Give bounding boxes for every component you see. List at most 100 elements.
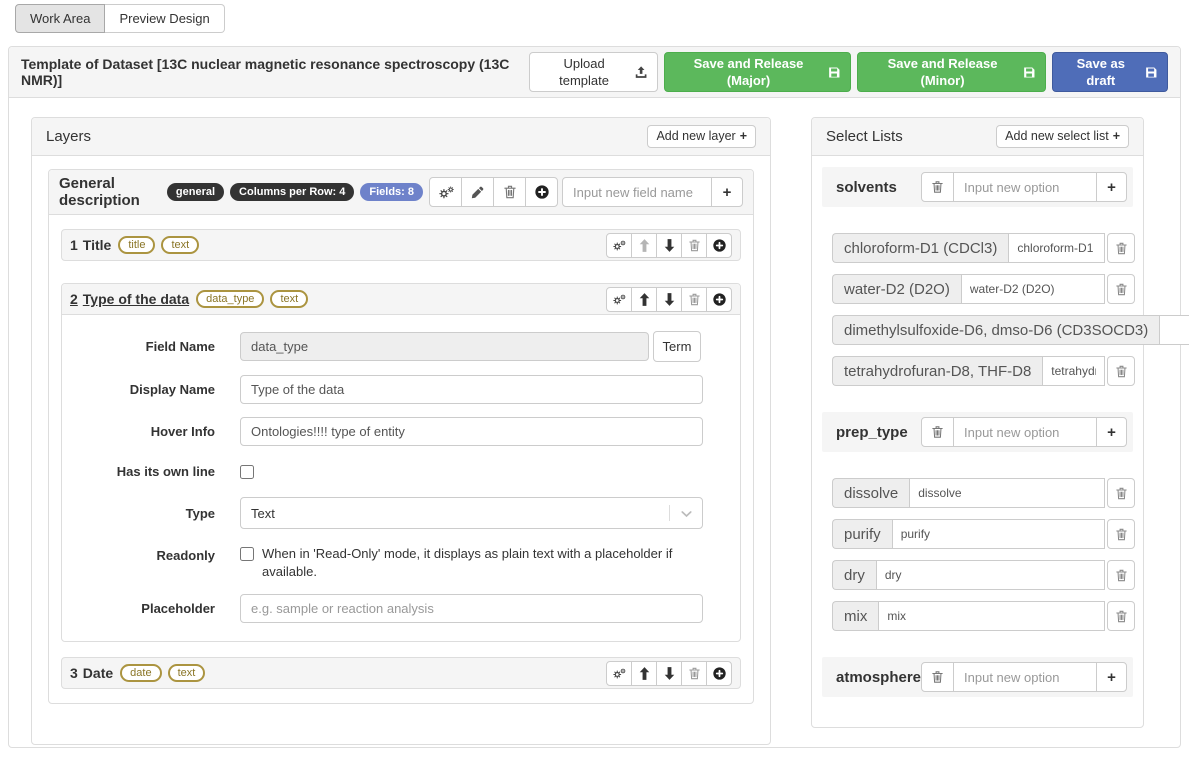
delete-list-button[interactable] <box>921 662 954 692</box>
insert-field-button[interactable] <box>706 233 732 258</box>
option-value-input[interactable] <box>1008 233 1105 263</box>
option-value-input[interactable] <box>878 601 1105 631</box>
trash-icon <box>1116 610 1127 623</box>
insert-field-button[interactable] <box>706 287 732 312</box>
add-new-select-list-button[interactable]: Add new select list <box>996 125 1129 148</box>
display-name-input[interactable] <box>240 375 703 404</box>
form-row-display-name: Display Name <box>80 375 722 404</box>
layer-settings-button[interactable] <box>429 177 462 207</box>
upload-template-button[interactable]: Upload template <box>529 52 658 92</box>
plus-icon <box>1107 179 1116 196</box>
select-lists-body: solvents chloroform-D1 (CDCl3) <box>812 156 1143 727</box>
option-value-input[interactable] <box>961 274 1105 304</box>
select-list-prep-type: prep_type dissolve <box>822 412 1133 631</box>
add-field-button[interactable] <box>711 177 743 207</box>
move-down-button[interactable] <box>656 233 682 258</box>
layers-panel-body: General description general Columns per … <box>32 156 770 744</box>
delete-field-button[interactable] <box>681 661 707 686</box>
term-button[interactable]: Term <box>653 331 701 362</box>
move-up-button[interactable] <box>631 287 657 312</box>
insert-field-button[interactable] <box>706 661 732 686</box>
delete-field-button[interactable] <box>681 287 707 312</box>
trash-icon <box>504 185 516 199</box>
arrow-down-icon <box>664 239 675 252</box>
add-new-layer-button[interactable]: Add new layer <box>647 125 756 148</box>
add-option-button[interactable] <box>1096 172 1127 202</box>
field-settings-button[interactable] <box>606 661 632 686</box>
layer-title: General description <box>59 175 159 209</box>
option-value-input[interactable] <box>1042 356 1105 386</box>
option-value-input[interactable] <box>876 560 1105 590</box>
placeholder-input[interactable] <box>240 594 703 623</box>
layer-delete-button[interactable] <box>493 177 526 207</box>
option-value-input[interactable] <box>909 478 1105 508</box>
tab-work-area[interactable]: Work Area <box>15 4 105 33</box>
list-name: prep_type <box>836 424 908 441</box>
new-field-input[interactable] <box>562 177 712 207</box>
placeholder-label: Placeholder <box>80 601 215 616</box>
list-name: atmosphere <box>836 669 921 686</box>
delete-option-button[interactable] <box>1107 274 1135 304</box>
option-label: dry <box>832 560 876 590</box>
delete-option-button[interactable] <box>1107 478 1135 508</box>
field-settings-button[interactable] <box>606 233 632 258</box>
hover-info-input[interactable] <box>240 417 703 446</box>
cogs-icon <box>612 294 626 305</box>
field-actions <box>606 233 732 258</box>
option-label: tetrahydrofuran-D8, THF-D8 <box>832 356 1042 386</box>
plus-circle-icon <box>713 293 726 306</box>
save-as-draft-button[interactable]: Save as draft <box>1052 52 1168 92</box>
delete-list-button[interactable] <box>921 417 954 447</box>
layers-panel-heading: Layers Add new layer <box>32 118 770 156</box>
trash-icon <box>1116 365 1127 378</box>
field-name-badge: data_type <box>196 290 264 308</box>
trash-icon <box>689 239 700 252</box>
delete-option-button[interactable] <box>1107 519 1135 549</box>
form-row-hover-info: Hover Info <box>80 417 722 446</box>
delete-option-button[interactable] <box>1107 233 1135 263</box>
plus-icon <box>723 184 732 201</box>
new-option-input[interactable] <box>953 172 1097 202</box>
delete-option-button[interactable] <box>1107 356 1135 386</box>
template-header: Template of Dataset [13C nuclear magneti… <box>9 47 1180 98</box>
readonly-label: Readonly <box>80 545 215 563</box>
list-header: atmosphere <box>822 657 1133 697</box>
option-label: mix <box>832 601 878 631</box>
readonly-checkbox[interactable] <box>240 547 254 561</box>
tab-preview-design[interactable]: Preview Design <box>105 4 224 33</box>
field-name-badge: date <box>120 664 161 682</box>
own-line-checkbox[interactable] <box>240 465 254 479</box>
add-option-button[interactable] <box>1096 417 1127 447</box>
delete-option-button[interactable] <box>1107 560 1135 590</box>
save-release-minor-button[interactable]: Save and Release (Minor) <box>857 52 1045 92</box>
delete-field-button[interactable] <box>681 233 707 258</box>
option-label: water-D2 (D2O) <box>832 274 961 304</box>
add-option-button[interactable] <box>1096 662 1127 692</box>
new-option-input[interactable] <box>953 662 1097 692</box>
option-value-input[interactable] <box>892 519 1105 549</box>
field-actions <box>606 661 732 686</box>
move-up-button[interactable] <box>631 233 657 258</box>
type-select[interactable]: Text <box>240 497 703 529</box>
layer-body: 1 Title title text <box>49 215 753 703</box>
layer-cols-badge: Columns per Row: 4 <box>230 183 354 201</box>
select-list-solvents: solvents chloroform-D1 (CDCl3) <box>822 167 1133 386</box>
own-line-label: Has its own line <box>80 464 215 479</box>
move-down-button[interactable] <box>656 661 682 686</box>
new-option-input[interactable] <box>953 417 1097 447</box>
layer-add-field-button[interactable] <box>525 177 558 207</box>
delete-list-button[interactable] <box>921 172 954 202</box>
move-down-button[interactable] <box>656 287 682 312</box>
cogs-icon <box>438 186 454 199</box>
layer-edit-button[interactable] <box>461 177 494 207</box>
field-settings-button[interactable] <box>606 287 632 312</box>
page-title: Template of Dataset [13C nuclear magneti… <box>21 56 529 88</box>
option-row: dry <box>832 560 1135 590</box>
layer-heading: General description general Columns per … <box>49 170 753 215</box>
pencil-icon <box>471 186 484 199</box>
delete-option-button[interactable] <box>1107 601 1135 631</box>
move-up-button[interactable] <box>631 661 657 686</box>
template-editor-panel: Template of Dataset [13C nuclear magneti… <box>8 46 1181 748</box>
save-release-major-button[interactable]: Save and Release (Major) <box>664 52 852 92</box>
option-value-input[interactable] <box>1159 315 1189 345</box>
